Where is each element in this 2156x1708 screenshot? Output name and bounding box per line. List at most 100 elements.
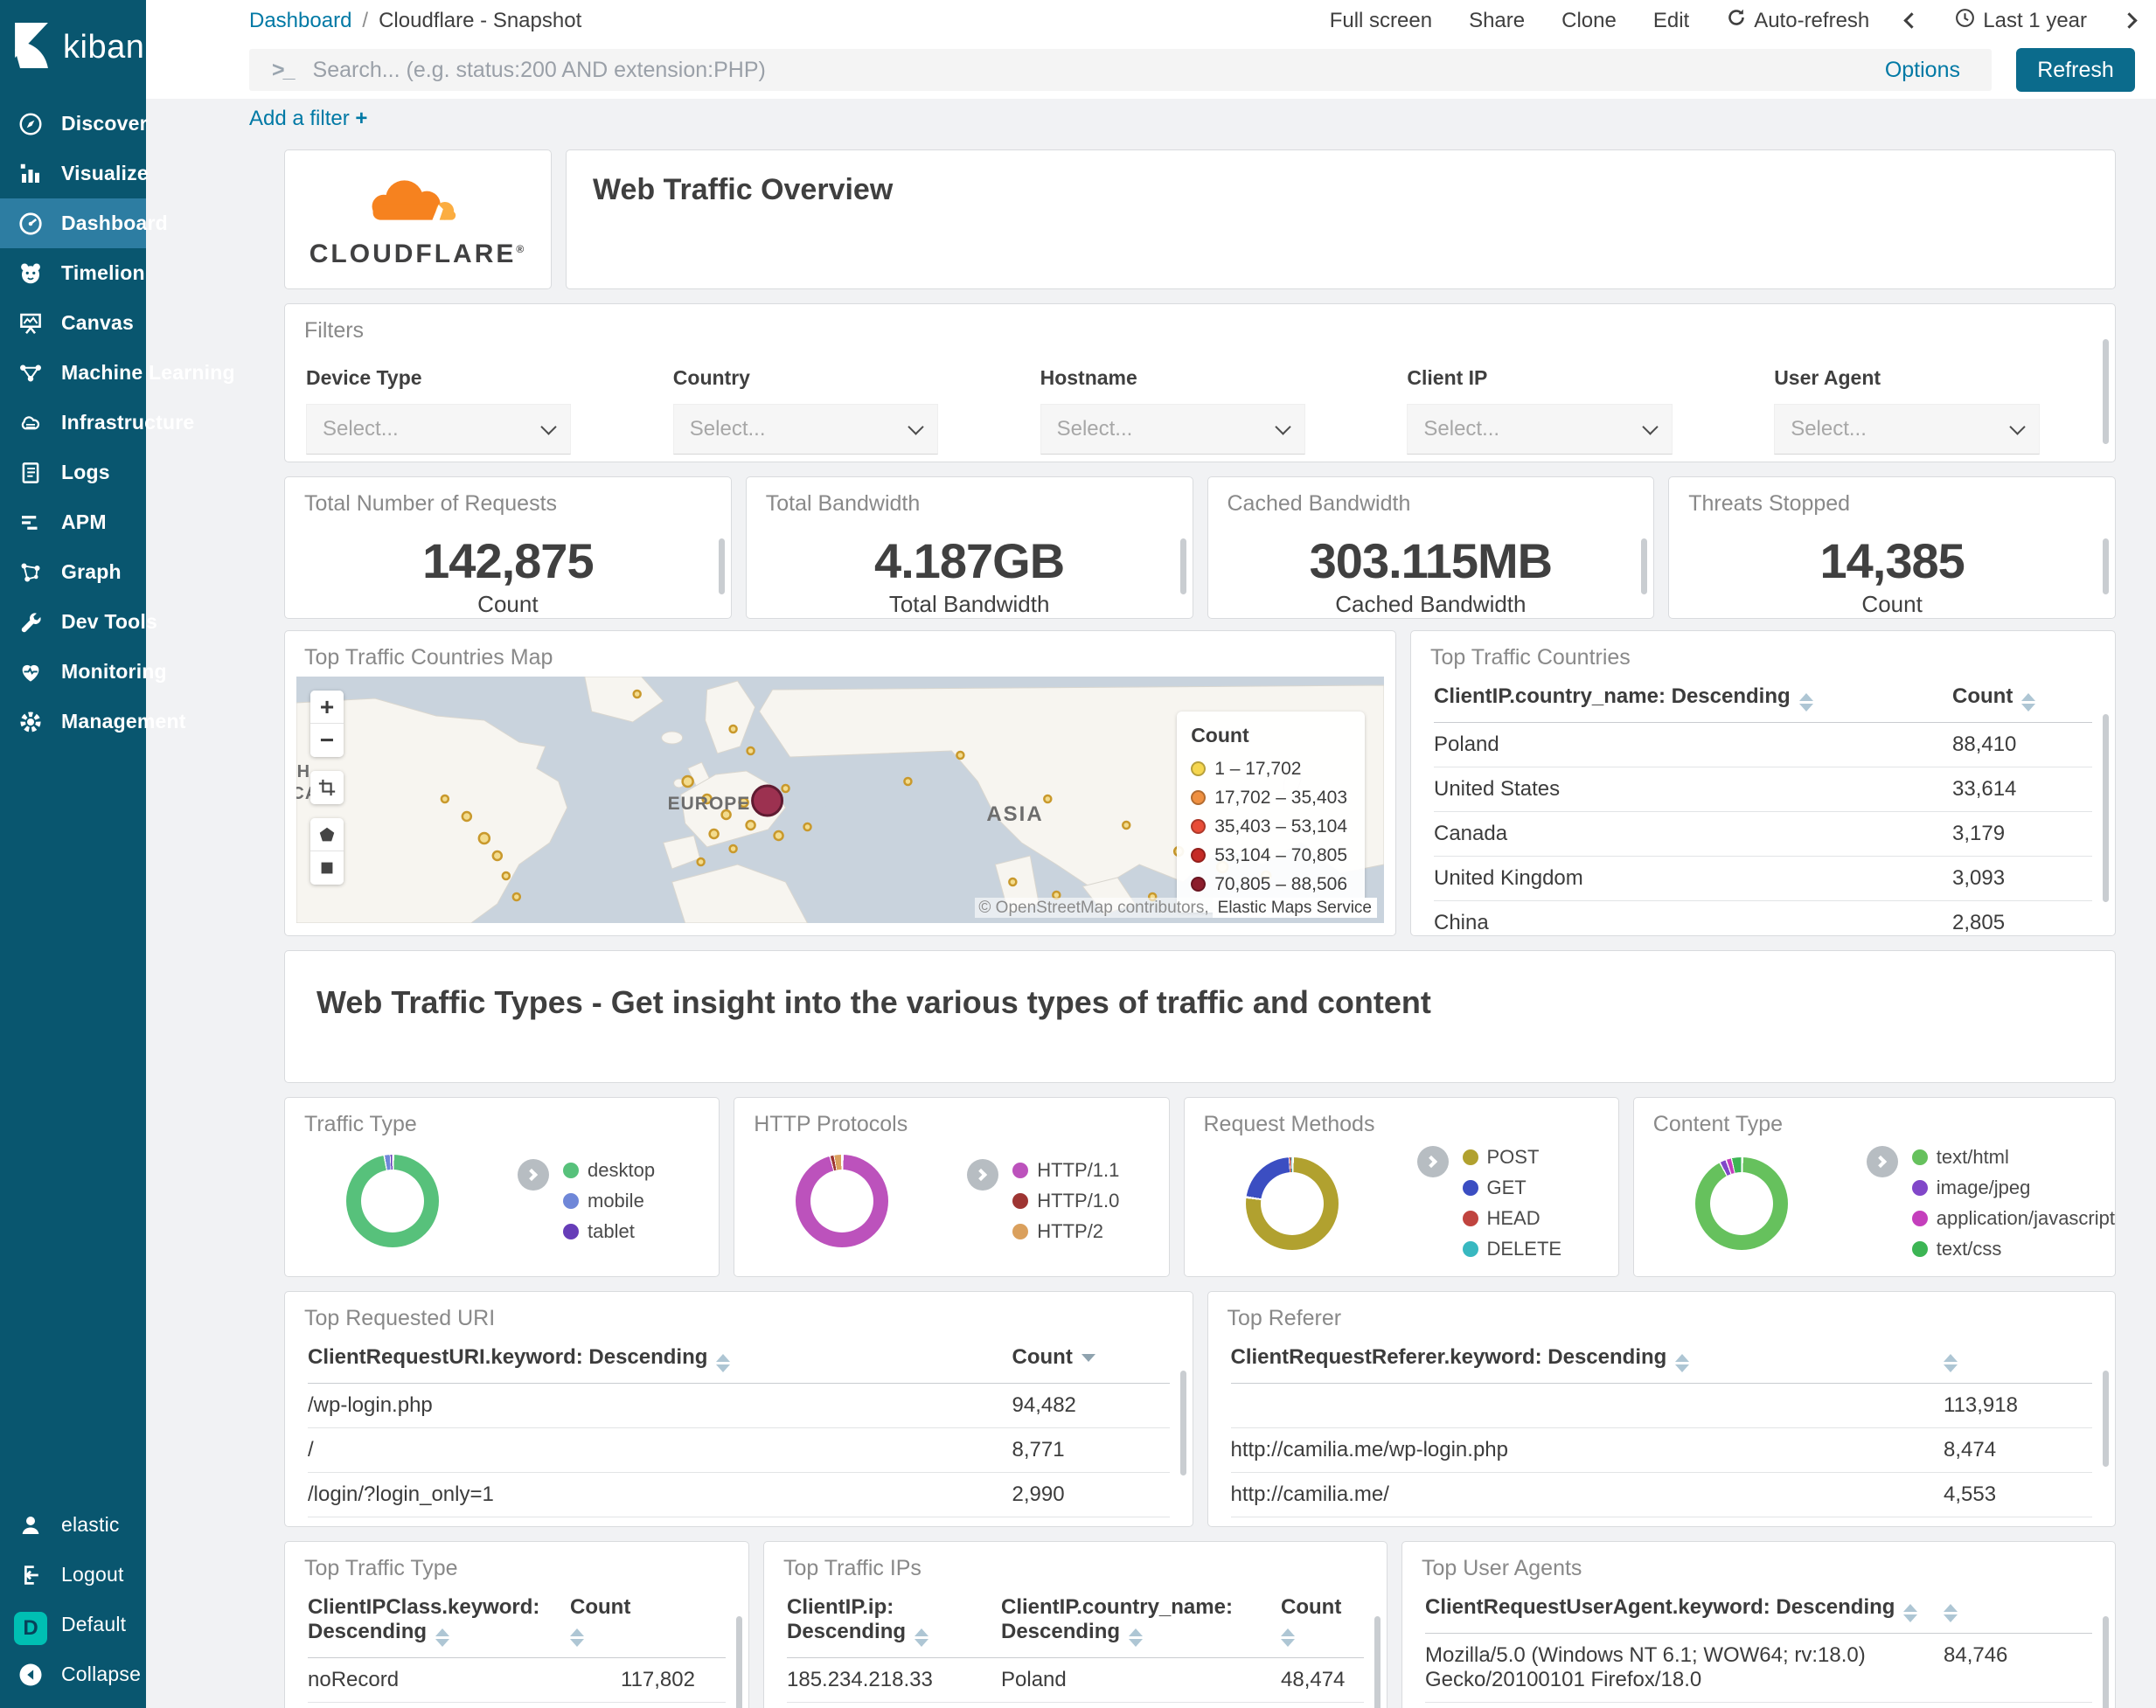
column-header-count[interactable] [1944,1595,2092,1622]
sidebar-user-elastic[interactable]: elastic [0,1500,146,1550]
time-forward-chevron[interactable] [2121,12,2138,29]
legend-item[interactable]: text/css [1911,1236,2115,1262]
sidebar-item-infrastructure[interactable]: Infrastructure [0,398,194,448]
table-row[interactable]: /login/?login_only=1 2,990 [308,1473,1170,1517]
kibana-logo[interactable]: kibana [0,0,163,99]
legend-item[interactable]: HTTP/1.1 [1012,1157,1119,1184]
sidebar-item-dashboard[interactable]: Dashboard [0,198,168,248]
clone-button[interactable]: Clone [1561,9,1617,33]
panel-scrollbar[interactable] [2103,714,2109,902]
search-field-strip[interactable]: >_ Options [249,49,1992,91]
table-row[interactable]: Canada 3,179 [1434,812,2092,857]
panel-scrollbar[interactable] [1179,538,1186,594]
country-select[interactable]: Select... [672,404,939,455]
sidebar-logout[interactable]: Logout [0,1550,146,1600]
panel-scrollbar[interactable] [1641,538,1648,594]
legend-item[interactable]: image/jpeg [1911,1175,2115,1201]
device-type-select[interactable]: Select... [306,404,572,455]
time-range-picker[interactable]: Last 1 year [1954,7,2087,35]
table-row[interactable]: http://camilia.me/4,553 [1230,1473,2092,1517]
map-zoom-out-button[interactable]: − [310,724,344,757]
map-polygon-tool-button[interactable] [310,818,344,851]
column-header-referer[interactable]: ClientRequestReferer.keyword: Descending [1231,1345,1944,1372]
search-input[interactable] [312,57,1862,83]
legend-prev-button[interactable] [1866,1146,1898,1177]
legend-item[interactable]: mobile [563,1188,655,1214]
table-row[interactable]: 185.234.218.33 Poland 48,474 [787,1658,1364,1703]
table-row[interactable]: United Kingdom 3,093 [1434,857,2092,901]
panel-scrollbar[interactable] [2103,339,2109,444]
sidebar-space-default[interactable]: D Default [0,1600,146,1649]
legend-item[interactable]: HTTP/2 [1012,1219,1119,1245]
legend-item[interactable]: POST [1462,1144,1562,1170]
content-type-donut-chart[interactable] [1694,1156,1788,1250]
edit-button[interactable]: Edit [1653,9,1689,33]
hostname-select[interactable]: Select... [1040,404,1305,455]
sidebar-item-dev-tools[interactable]: Dev Tools [0,597,157,647]
legend-item[interactable]: desktop [563,1157,655,1184]
breadcrumb-dashboard-link[interactable]: Dashboard [249,9,351,33]
column-header-count[interactable] [1944,1345,2092,1372]
http-protocols-donut-chart[interactable] [796,1155,889,1247]
table-row[interactable]: http://camilia.me/index.php/2017/06/17/w… [1231,1517,2093,1526]
sidebar-item-apm[interactable]: APM [0,497,146,547]
column-header-count[interactable]: Count [1281,1595,1377,1647]
table-row[interactable]: noRecord 117,802 [308,1658,726,1703]
legend-item[interactable]: DELETE [1462,1236,1561,1262]
column-header-country[interactable]: ClientIP.country_name: Descending [1434,684,1952,712]
request-methods-donut-chart[interactable] [1245,1156,1339,1250]
column-header-count[interactable]: Count [570,1595,675,1647]
column-header-count[interactable]: Count [1952,684,2092,712]
legend-prev-button[interactable] [967,1159,999,1191]
table-row[interactable]: http://camilia.me/wp-login.php 8,474 [1230,1428,2092,1473]
column-header-user-agent[interactable]: ClientRequestUserAgent.keyword: Descendi… [1425,1595,1944,1622]
world-map[interactable]: NORTH AMERICA EUROPE ASIA + − [296,677,1384,923]
column-header-uri[interactable]: ClientRequestURI.keyword: Descending [308,1345,1012,1372]
table-row[interactable]: /xmlrpc.php1,394 [308,1517,1170,1526]
sidebar-item-canvas[interactable]: Canvas [0,298,146,348]
auto-refresh-button[interactable]: Auto-refresh [1726,7,1869,34]
legend-item[interactable]: HTTP/1.0 [1012,1188,1119,1214]
table-row[interactable]: China 2,805 [1434,901,2092,935]
table-row[interactable]: United States 33,614 [1434,767,2092,812]
panel-scrollbar[interactable] [2103,1616,2109,1708]
full-screen-button[interactable]: Full screen [1330,9,1432,33]
legend-item[interactable]: application/javascript [1911,1205,2115,1232]
sidebar-item-logs[interactable]: Logs [0,448,146,497]
share-button[interactable]: Share [1469,9,1525,33]
sidebar-item-graph[interactable]: Graph [0,547,146,597]
refresh-button[interactable]: Refresh [2016,48,2135,92]
add-filter-link[interactable]: Add a filter + [249,107,367,131]
panel-scrollbar[interactable] [1179,1371,1186,1475]
sidebar-item-timelion[interactable]: Timelion [0,248,146,298]
map-zoom-in-button[interactable]: + [310,691,344,724]
table-row[interactable]: Mozilla/5.0 (Windows NT 6.1; WOW64; rv:1… [1425,1634,2092,1703]
column-header-count[interactable]: Count [1012,1345,1170,1370]
traffic-type-donut-chart[interactable] [346,1155,439,1247]
map-crop-tool-button[interactable] [310,771,344,804]
table-row[interactable]: 113,918 [1230,1384,2092,1428]
column-header-ip[interactable]: ClientIP.ip: Descending [787,1595,1001,1647]
column-header-country[interactable]: ClientIP.country_name: Descending [1001,1595,1281,1647]
options-link[interactable]: Options [1885,58,1960,83]
time-back-chevron[interactable] [1903,12,1920,29]
user-agent-select[interactable]: Select... [1774,404,2040,455]
sidebar-item-management[interactable]: Management [0,697,185,746]
client-ip-select[interactable]: Select... [1407,404,1673,455]
legend-item[interactable]: text/html [1911,1144,2115,1170]
sidebar-collapse[interactable]: Collapse [0,1649,146,1699]
table-row[interactable]: /8,771 [308,1428,1170,1473]
sidebar-item-visualize[interactable]: Visualize [0,149,149,198]
table-row[interactable]: Poland 88,410 [1434,723,2092,767]
panel-scrollbar[interactable] [718,538,725,594]
sidebar-item-monitoring[interactable]: Monitoring [0,647,167,697]
legend-prev-button[interactable] [518,1159,549,1191]
legend-prev-button[interactable] [1416,1146,1449,1177]
sidebar-item-machine-learning[interactable]: Machine Learning [0,348,235,398]
map-bubble-poland[interactable] [751,784,784,817]
panel-scrollbar[interactable] [2103,538,2109,594]
sidebar-item-discover[interactable]: Discover [0,99,148,149]
legend-item[interactable]: tablet [563,1219,655,1245]
map-rectangle-tool-button[interactable] [310,851,344,885]
legend-item[interactable]: HEAD [1462,1205,1562,1232]
